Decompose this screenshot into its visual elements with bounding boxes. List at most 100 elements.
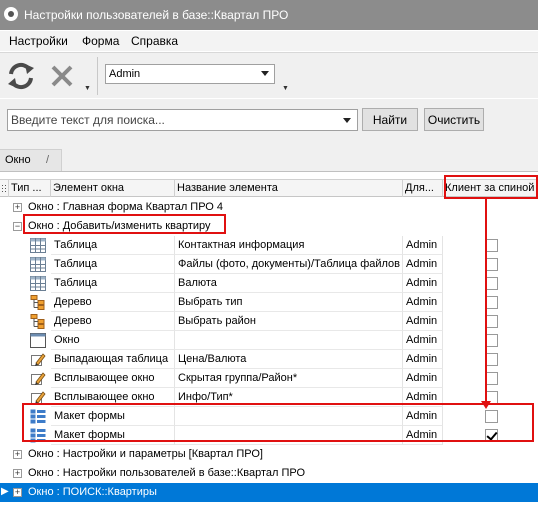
chevron-down-icon[interactable] (343, 118, 351, 123)
clear-button[interactable]: Очистить (424, 108, 484, 131)
name-cell: Скрытая группа/Район* (175, 369, 403, 388)
name-cell (175, 407, 403, 426)
expand-plus-icon[interactable]: + (13, 450, 22, 459)
client-checkbox[interactable] (485, 334, 498, 347)
tree-icon (30, 295, 45, 310)
table-row[interactable]: Дерево Выбрать тип Admin (0, 293, 538, 312)
column-header-name[interactable]: Название элемента (175, 180, 403, 197)
table-row[interactable]: Дерево Выбрать район Admin (0, 312, 538, 331)
user-cell: Admin (403, 312, 443, 331)
current-row-arrow-icon: ▶ (1, 486, 9, 497)
collapse-minus-icon[interactable]: − (13, 222, 22, 231)
tab-window[interactable]: Окно / (0, 149, 62, 171)
close-icon (51, 65, 73, 87)
user-cell: Admin (403, 369, 443, 388)
user-cell: Admin (403, 388, 443, 407)
cancel-button[interactable] (45, 59, 81, 93)
user-dropdown-arrow-icon[interactable]: ▼ (282, 85, 289, 92)
form-layout-icon (30, 409, 46, 424)
user-cell: Admin (403, 407, 443, 426)
group-row-settings-params[interactable]: + Окно : Настройки и параметры [Квартал … (0, 445, 538, 464)
table-row[interactable]: Таблица Контактная информация Admin (0, 236, 538, 255)
group-label: Окно : Главная форма Квартал ПРО 4 (28, 201, 224, 213)
column-header-user[interactable]: Для... (403, 180, 443, 197)
menu-help[interactable]: Справка (131, 34, 178, 48)
expand-plus-icon[interactable]: + (13, 469, 22, 478)
expand-plus-icon[interactable]: + (13, 488, 22, 497)
client-checkbox[interactable] (485, 315, 498, 328)
element-cell: Выпадающая таблица (51, 350, 175, 369)
client-checkbox[interactable] (485, 239, 498, 252)
table-row[interactable]: Таблица Файлы (фото, документы)/Таблица … (0, 255, 538, 274)
pencil-icon (31, 372, 46, 385)
user-cell: Admin (403, 426, 443, 445)
pencil-icon (31, 391, 46, 404)
menu-settings[interactable]: Настройки (9, 34, 68, 48)
find-button[interactable]: Найти (362, 108, 418, 131)
pencil-icon (31, 353, 46, 366)
table-row[interactable]: Окно Admin (0, 331, 538, 350)
table-icon (30, 257, 46, 272)
table-row[interactable]: Всплывающее окно Скрытая группа/Район* A… (0, 369, 538, 388)
client-checkbox[interactable] (485, 372, 498, 385)
group-row-search-flats[interactable]: ▶ + Окно : ПОИСК::Квартиры (0, 483, 538, 502)
name-cell: Выбрать район (175, 312, 403, 331)
window-title: Настройки пользователей в базе::Квартал … (24, 8, 289, 22)
user-cell: Admin (403, 331, 443, 350)
element-cell: Дерево (51, 293, 175, 312)
name-cell: Инфо/Тип* (175, 388, 403, 407)
column-header-type[interactable]: Тип ... (9, 180, 51, 197)
table-row[interactable]: Выпадающая таблица Цена/Валюта Admin (0, 350, 538, 369)
table-row[interactable]: Таблица Валюта Admin (0, 274, 538, 293)
chevron-down-icon (261, 71, 269, 76)
user-cell: Admin (403, 255, 443, 274)
element-cell: Окно (51, 331, 175, 350)
group-row-edit-flat[interactable]: − Окно : Добавить/изменить квартиру (0, 217, 538, 236)
search-input[interactable] (8, 110, 333, 130)
toolbar-separator (97, 57, 98, 95)
menu-bar: Настройки Форма Справка (0, 31, 538, 51)
table-row[interactable]: Всплывающее окно Инфо/Тип* Admin (0, 388, 538, 407)
group-row-user-settings[interactable]: + Окно : Настройки пользователей в базе:… (0, 464, 538, 483)
client-checkbox[interactable] (485, 258, 498, 271)
client-checkbox[interactable] (485, 391, 498, 404)
client-checkbox[interactable] (485, 277, 498, 290)
refresh-icon (8, 62, 34, 90)
element-cell: Всплывающее окно (51, 388, 175, 407)
refresh-button[interactable] (4, 59, 40, 93)
element-cell: Таблица (51, 236, 175, 255)
menu-form[interactable]: Форма (82, 34, 119, 48)
group-row-main-form[interactable]: + Окно : Главная форма Квартал ПРО 4 (0, 198, 538, 217)
user-cell: Admin (403, 350, 443, 369)
element-cell: Дерево (51, 312, 175, 331)
user-cell: Admin (403, 236, 443, 255)
search-input-box[interactable] (7, 109, 358, 131)
name-cell (175, 331, 403, 350)
element-cell: Макет формы (51, 426, 175, 445)
group-label: Окно : ПОИСК::Квартиры (28, 486, 157, 498)
name-cell: Контактная информация (175, 236, 403, 255)
expand-plus-icon[interactable]: + (13, 203, 22, 212)
table-row[interactable]: Макет формы Admin (0, 426, 538, 445)
column-header-client[interactable]: Клиент за спиной (443, 180, 538, 197)
table-row[interactable]: Макет формы Admin (0, 407, 538, 426)
name-cell: Цена/Валюта (175, 350, 403, 369)
user-select-value: Admin (109, 68, 141, 80)
name-cell (175, 426, 403, 445)
window-icon (30, 333, 46, 348)
client-checkbox[interactable] (485, 410, 498, 423)
client-checkbox-checked[interactable] (485, 429, 498, 442)
settings-grid: Тип ... Элемент окна Название элемента Д… (0, 171, 538, 523)
toolbar-dropdown-arrow-icon[interactable]: ▼ (84, 85, 91, 92)
app-icon (4, 7, 18, 21)
table-icon (30, 276, 46, 291)
user-select[interactable]: Admin (105, 64, 275, 84)
name-cell: Выбрать тип (175, 293, 403, 312)
element-cell: Таблица (51, 274, 175, 293)
name-cell: Файлы (фото, документы)/Таблица файлов (175, 255, 403, 274)
element-cell: Всплывающее окно (51, 369, 175, 388)
client-checkbox[interactable] (485, 296, 498, 309)
user-cell: Admin (403, 293, 443, 312)
client-checkbox[interactable] (485, 353, 498, 366)
column-header-element[interactable]: Элемент окна (51, 180, 175, 197)
